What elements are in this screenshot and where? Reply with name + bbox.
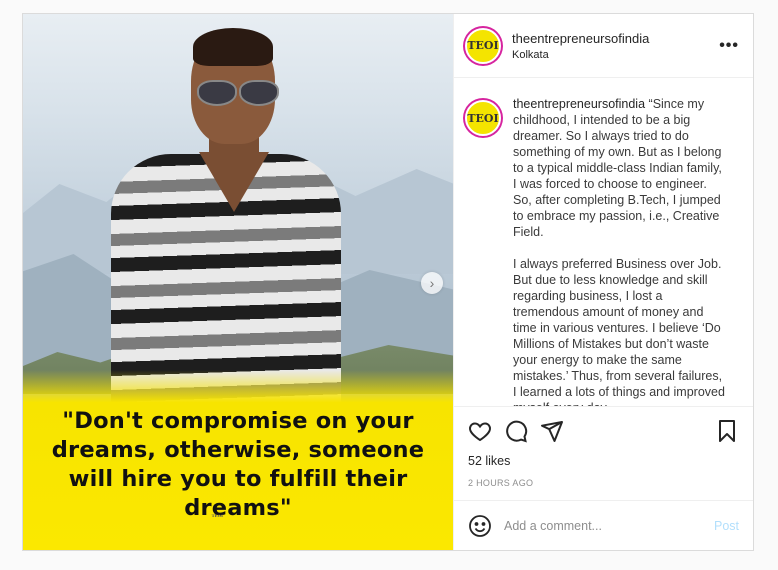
caption-area: TEOI theentrepreneursofindia “Since my c… [454,78,753,406]
post-image[interactable]: "Don't compromise on your dreams, otherw… [23,14,453,550]
share-icon[interactable] [540,419,564,443]
header-location[interactable]: Kolkata [512,49,719,61]
profile-avatar[interactable]: TEOI [465,27,501,64]
next-image-button[interactable]: › [421,272,443,294]
likes-count[interactable]: 52 likes [454,454,753,472]
post-timestamp[interactable]: 2 HOURS AGO [454,472,753,500]
caption-text: theentrepreneursofindia “Since my childh… [513,96,727,406]
person-photo [111,24,341,424]
image-quote: "Don't compromise on your dreams, otherw… [51,408,425,521]
heart-icon[interactable] [468,419,492,443]
post-header: TEOI theentrepreneursofindia Kolkata ••• [454,14,753,78]
caption-paragraph-2: I always preferred Business over Job. Bu… [513,257,725,406]
comment-icon[interactable] [504,419,528,443]
comment-input[interactable]: Add a comment... [504,519,714,533]
comment-box: Add a comment... Post [454,500,753,550]
caption-paragraph-1: “Since my childhood, I intended to be a … [513,97,722,239]
instagram-post: "Don't compromise on your dreams, otherw… [22,13,754,551]
action-bar [454,406,753,454]
bookmark-icon[interactable] [715,419,739,443]
more-options-icon[interactable]: ••• [719,37,739,55]
sunglasses [197,80,279,106]
chevron-right-icon: › [429,275,435,291]
post-details-panel: TEOI theentrepreneursofindia Kolkata •••… [453,14,753,550]
header-username[interactable]: theentrepreneursofindia [512,31,719,46]
smiley-icon[interactable] [468,514,492,538]
caption-username[interactable]: theentrepreneursofindia [513,97,645,111]
caption-avatar[interactable]: TEOI [465,100,501,136]
post-comment-button[interactable]: Post [714,519,739,533]
